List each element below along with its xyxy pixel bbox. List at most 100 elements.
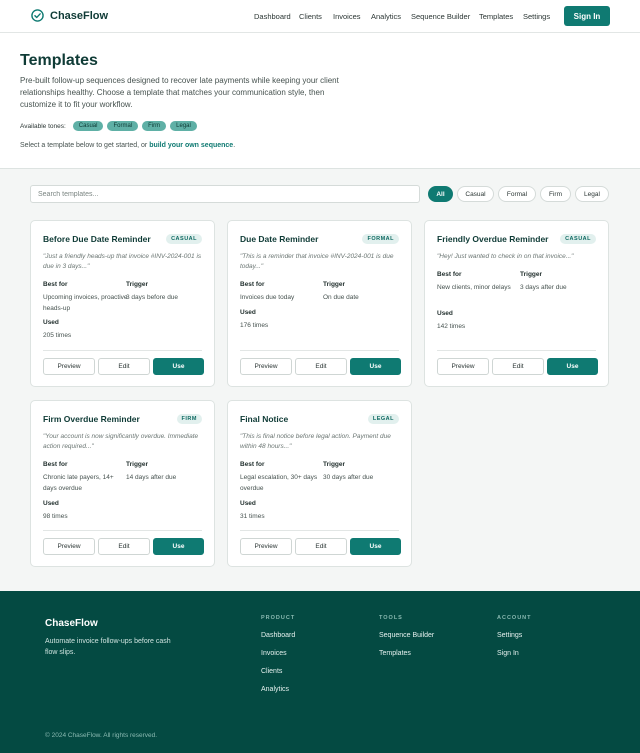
footer-link-dashboard[interactable]: Dashboard xyxy=(261,632,295,639)
best-for-value: Invoices due today xyxy=(240,294,295,301)
tone-filter-group: All Casual Formal Firm Legal xyxy=(428,186,609,202)
card-divider xyxy=(240,530,399,531)
preview-button[interactable]: Preview xyxy=(43,538,95,555)
trigger-label: Trigger xyxy=(323,461,346,468)
best-for-label: Best for xyxy=(43,281,68,288)
card-divider xyxy=(43,350,202,351)
tones-label: Available tones: xyxy=(20,122,66,130)
nav-link-analytics[interactable]: Analytics xyxy=(371,12,401,21)
used-value: 31 times xyxy=(240,513,265,520)
preview-button[interactable]: Preview xyxy=(240,538,292,555)
trigger-label: Trigger xyxy=(126,281,149,288)
nav-link-templates[interactable]: Templates xyxy=(479,12,513,21)
footer-heading-tools: TOOLS xyxy=(379,615,403,621)
card-divider xyxy=(240,350,399,351)
tone-badge: CASUAL xyxy=(166,234,202,244)
template-title: Firm Overdue Reminder xyxy=(43,414,140,424)
template-title: Final Notice xyxy=(240,414,289,424)
use-button[interactable]: Use xyxy=(153,538,204,555)
preview-button[interactable]: Preview xyxy=(43,358,95,375)
trigger-value: 14 days after due xyxy=(126,474,177,481)
used-label: Used xyxy=(240,309,256,316)
use-button[interactable]: Use xyxy=(350,358,401,375)
template-card: Due Date Reminder FORMAL "This is a remi… xyxy=(227,220,412,387)
edit-button[interactable]: Edit xyxy=(295,538,347,555)
footer-link-invoices[interactable]: Invoices xyxy=(261,650,287,657)
preview-button[interactable]: Preview xyxy=(437,358,489,375)
filter-all[interactable]: All xyxy=(428,186,453,202)
template-title: Due Date Reminder xyxy=(240,234,319,244)
template-preview-quote: "Hey! Just wanted to check in on that in… xyxy=(437,253,574,260)
use-button[interactable]: Use xyxy=(153,358,204,375)
nav-link-invoices[interactable]: Invoices xyxy=(333,12,361,21)
copyright: © 2024 ChaseFlow. All rights reserved. xyxy=(45,732,158,739)
trigger-value: 30 days after due xyxy=(323,474,374,481)
card-divider xyxy=(43,530,202,531)
used-value: 98 times xyxy=(43,513,68,520)
nav-link-sequence-builder[interactable]: Sequence Builder xyxy=(411,12,481,21)
top-nav: ChaseFlow Dashboard Clients Invoices Ana… xyxy=(0,0,640,33)
use-button[interactable]: Use xyxy=(350,538,401,555)
tone-pill-legal: Legal xyxy=(170,121,197,131)
preview-button[interactable]: Preview xyxy=(240,358,292,375)
footer-heading-product: PRODUCT xyxy=(261,615,296,621)
trigger-label: Trigger xyxy=(323,281,346,288)
nav-link-clients[interactable]: Clients xyxy=(299,12,322,21)
edit-button[interactable]: Edit xyxy=(295,358,347,375)
best-for-value: Legal escalation, 30+ days overdue xyxy=(240,474,318,492)
filter-casual[interactable]: Casual xyxy=(457,186,494,202)
best-for-value: Upcoming invoices, proactive heads-up xyxy=(43,294,128,312)
template-title: Friendly Overdue Reminder xyxy=(437,234,549,244)
template-card: Firm Overdue Reminder FIRM "Your account… xyxy=(30,400,215,567)
build-own-sequence-link[interactable]: build your own sequence xyxy=(149,142,233,149)
footer-link-analytics[interactable]: Analytics xyxy=(261,686,289,693)
hint-text: Select a template below to get started, … xyxy=(20,142,150,149)
template-card: Final Notice LEGAL "This is final notice… xyxy=(227,400,412,567)
footer-link-clients[interactable]: Clients xyxy=(261,668,282,675)
page-header: Templates Pre-built follow-up sequences … xyxy=(0,33,640,169)
best-for-label: Best for xyxy=(240,461,265,468)
used-label: Used xyxy=(43,500,59,507)
template-card: Friendly Overdue Reminder CASUAL "Hey! J… xyxy=(424,220,609,387)
best-for-label: Best for xyxy=(43,461,68,468)
best-for-label: Best for xyxy=(240,281,265,288)
trigger-value: 3 days after due xyxy=(520,284,567,291)
card-divider xyxy=(437,350,596,351)
trigger-value: 3 days before due xyxy=(126,294,179,301)
search-input[interactable] xyxy=(30,185,420,203)
best-for-value: Chronic late payers, 14+ days overdue xyxy=(43,474,114,492)
nav-link-dashboard[interactable]: Dashboard xyxy=(254,12,291,21)
footer-heading-account: ACCOUNT xyxy=(497,615,532,621)
page-title: Templates xyxy=(20,52,98,69)
tone-badge: LEGAL xyxy=(367,414,399,424)
filter-formal[interactable]: Formal xyxy=(498,186,536,202)
filter-legal[interactable]: Legal xyxy=(575,186,609,202)
brand-name: ChaseFlow xyxy=(50,9,109,22)
footer-link-sign-in[interactable]: Sign In xyxy=(497,650,519,657)
nav-link-settings[interactable]: Settings xyxy=(523,12,550,21)
filter-firm[interactable]: Firm xyxy=(540,186,571,202)
footer-tagline: Automate invoice follow-ups before cash … xyxy=(45,638,171,656)
edit-button[interactable]: Edit xyxy=(98,358,150,375)
footer-brand: ChaseFlow xyxy=(45,618,98,629)
tone-badge: CASUAL xyxy=(560,234,596,244)
footer-link-sequence-builder[interactable]: Sequence Builder xyxy=(379,632,434,639)
use-button[interactable]: Use xyxy=(547,358,598,375)
hint-suffix: . xyxy=(233,142,236,149)
template-preview-quote: "Just a friendly heads-up that invoice #… xyxy=(43,253,202,270)
tone-badge: FIRM xyxy=(176,414,202,424)
used-label: Used xyxy=(240,500,256,507)
footer-link-settings[interactable]: Settings xyxy=(497,632,522,639)
footer-link-templates[interactable]: Templates xyxy=(379,650,411,657)
template-preview-quote: "This is final notice before legal actio… xyxy=(240,433,391,450)
brand-logo[interactable]: ChaseFlow xyxy=(31,9,108,22)
edit-button[interactable]: Edit xyxy=(98,538,150,555)
trigger-label: Trigger xyxy=(520,271,543,278)
tone-badge: FORMAL xyxy=(362,234,399,244)
page-description: Pre-built follow-up sequences designed t… xyxy=(20,76,339,109)
site-footer: ChaseFlow Automate invoice follow-ups be… xyxy=(0,591,640,753)
used-label: Used xyxy=(43,319,59,326)
best-for-value: New clients, minor delays xyxy=(437,284,511,291)
sign-in-button[interactable]: Sign In xyxy=(564,6,610,26)
edit-button[interactable]: Edit xyxy=(492,358,544,375)
